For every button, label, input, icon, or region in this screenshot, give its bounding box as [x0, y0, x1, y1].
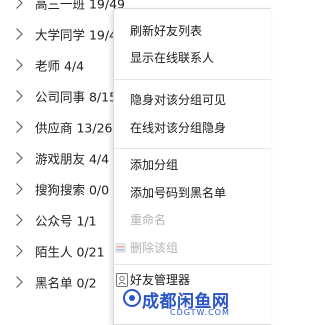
group-name: 高三一班 19/49	[35, 0, 125, 11]
menu-item-show-online-contacts[interactable]: 显示在线联系人	[114, 47, 271, 69]
group-name: 陌生人 0/21	[35, 244, 105, 259]
watermark-subtext: CDGTW.COM	[170, 308, 230, 317]
group-name: 游戏朋友 4/4	[35, 151, 110, 166]
menu-separator	[114, 148, 271, 149]
chevron-right-icon	[16, 213, 23, 226]
group-name: 供应商 13/26	[35, 120, 113, 135]
watermark-logo-icon	[123, 289, 141, 307]
group-name: 搜狗搜索 0/0	[35, 182, 110, 197]
chevron-right-icon	[16, 58, 23, 71]
menu-item-refresh-friend-list[interactable]: 刷新好友列表	[114, 20, 271, 42]
menu-item-label: 添加号码到黑名单	[130, 186, 227, 200]
menu-item-delete-group: 删除该组	[114, 237, 271, 259]
menu-item-label: 添加分组	[130, 158, 179, 172]
group-name: 大学同学 19/49	[35, 27, 125, 42]
chevron-right-icon	[16, 0, 23, 9]
chevron-right-icon	[16, 182, 23, 195]
menu-item-label: 刷新好友列表	[130, 24, 203, 38]
group-context-menu: 刷新好友列表 显示在线联系人 隐身对该分组可见 在线对该分组隐身 添加分组 添加…	[113, 8, 271, 325]
menu-item-online-hidden-to-group[interactable]: 在线对该分组隐身	[114, 117, 271, 139]
menu-separator	[114, 79, 271, 80]
group-name: 老师 4/4	[35, 58, 85, 73]
menu-item-label: 在线对该分组隐身	[130, 121, 227, 135]
chevron-right-icon	[16, 89, 23, 102]
menu-item-rename: 重命名	[114, 209, 271, 231]
group-name: 公司同事 8/15	[35, 89, 118, 104]
chevron-right-icon	[16, 120, 23, 133]
chevron-right-icon	[16, 275, 23, 288]
menu-item-label: 重命名	[130, 213, 167, 227]
menu-separator	[114, 264, 271, 265]
menu-item-add-number-to-blacklist[interactable]: 添加号码到黑名单	[114, 182, 271, 204]
delete-group-icon	[115, 243, 126, 253]
menu-item-add-group[interactable]: 添加分组	[114, 154, 271, 176]
menu-item-label: 删除该组	[130, 241, 179, 255]
site-watermark: 成都闲鱼网 CDGTW.COM	[122, 286, 268, 320]
chevron-right-icon	[16, 244, 23, 257]
menu-item-label: 隐身对该分组可见	[130, 93, 227, 107]
menu-item-label: 显示在线联系人	[130, 51, 215, 65]
group-name: 公众号 1/1	[35, 213, 97, 228]
chevron-right-icon	[16, 27, 23, 40]
qq-contact-window: 高三一班 19/49 大学同学 19/49 老师 4/4 公司同事 8/15 供…	[0, 0, 273, 325]
group-name: 黑名单 0/2	[35, 275, 97, 290]
chevron-right-icon	[16, 151, 23, 164]
menu-item-invisible-to-group[interactable]: 隐身对该分组可见	[114, 89, 271, 111]
